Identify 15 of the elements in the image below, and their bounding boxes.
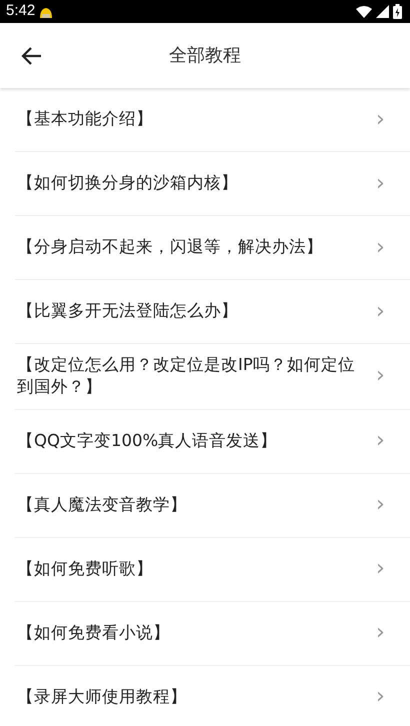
tutorial-item[interactable]: 【如何免费看小说】 › [15,602,410,666]
tutorial-item[interactable]: 【QQ文字变100%真人语音发送】 › [15,410,410,474]
tutorial-item[interactable]: 【基本功能介绍】 › [15,88,410,152]
tutorial-item[interactable]: 【真人魔法变音教学】 › [15,474,410,538]
tutorial-item[interactable]: 【录屏大师使用教程】 › [15,666,410,726]
signal-icon [376,5,389,18]
tutorial-item[interactable]: 【比翼多开无法登陆怎么办】 › [15,280,410,344]
wifi-icon [356,6,372,18]
tutorial-item[interactable]: 【分身启动不起来，闪退等，解决办法】 › [15,216,410,280]
page-title: 全部教程 [169,44,241,68]
tutorial-item[interactable]: 【改定位怎么用？改定位是改IP吗？如何定位到国外？】 › [15,344,410,410]
tutorial-item[interactable]: 【如何免费听歌】 › [15,538,410,602]
battery-icon [393,4,402,19]
status-time: 5:42 [6,1,36,22]
tutorial-item[interactable]: 【如何切换分身的沙箱内核】 › [15,152,410,216]
